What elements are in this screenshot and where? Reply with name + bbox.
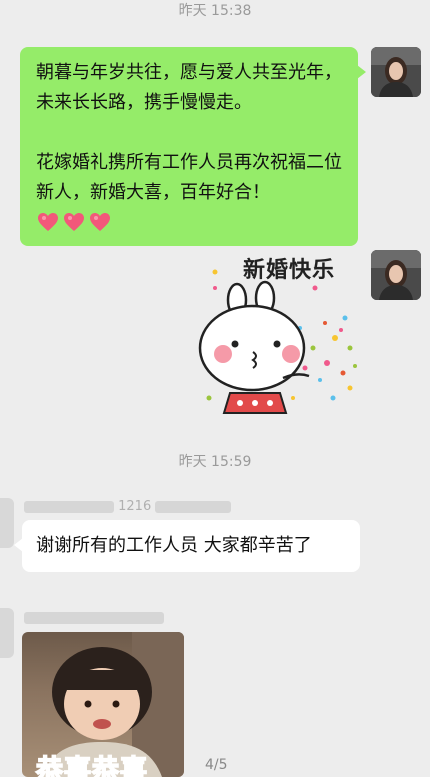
avatar-self-2[interactable] <box>371 250 421 300</box>
sender-avatar-partial[interactable] <box>0 498 14 548</box>
hearts-emoji-row <box>36 210 342 234</box>
image-caption-text: 恭喜恭喜 <box>35 754 148 777</box>
sender-nickname: 1216 <box>24 499 232 514</box>
incoming-message-bubble[interactable]: 谢谢所有的工作人员 大家都辛苦了 <box>14 520 360 572</box>
incoming-image[interactable]: 恭喜恭喜 <box>22 632 184 777</box>
sender-nickname-2 <box>24 610 164 625</box>
timestamp-second: 昨天 15:59 <box>178 454 252 470</box>
avatar-self[interactable] <box>371 47 421 97</box>
heart-icon <box>90 213 110 231</box>
heart-icon <box>38 213 58 231</box>
incoming-message-text: 谢谢所有的工作人员 大家都辛苦了 <box>36 535 312 556</box>
sticker-wedding[interactable]: 新婚快乐 <box>195 248 360 418</box>
person-avatar-icon <box>371 47 421 97</box>
sender-avatar-partial-2[interactable] <box>0 608 14 658</box>
message-text-paragraph-1: 朝暮与年岁共往，愿与爱人共至光年，未来长长路，携手慢慢走。 <box>36 62 342 113</box>
sticker-text: 新婚快乐 <box>243 258 336 283</box>
person-avatar-icon <box>371 250 421 300</box>
page-indicator: 4/5 <box>205 757 228 773</box>
heart-icon <box>64 213 84 231</box>
sender-nickname-visible: 1216 <box>118 499 152 514</box>
message-text-paragraph-2: 花嫁婚礼携所有工作人员再次祝福二位新人，新婚大喜，百年好合！ <box>36 152 342 203</box>
timestamp-first: 昨天 15:38 <box>178 3 252 19</box>
outgoing-message-bubble[interactable]: 朝暮与年岁共往，愿与爱人共至光年，未来长长路，携手慢慢走。 花嫁婚礼携所有工作人… <box>20 47 366 246</box>
